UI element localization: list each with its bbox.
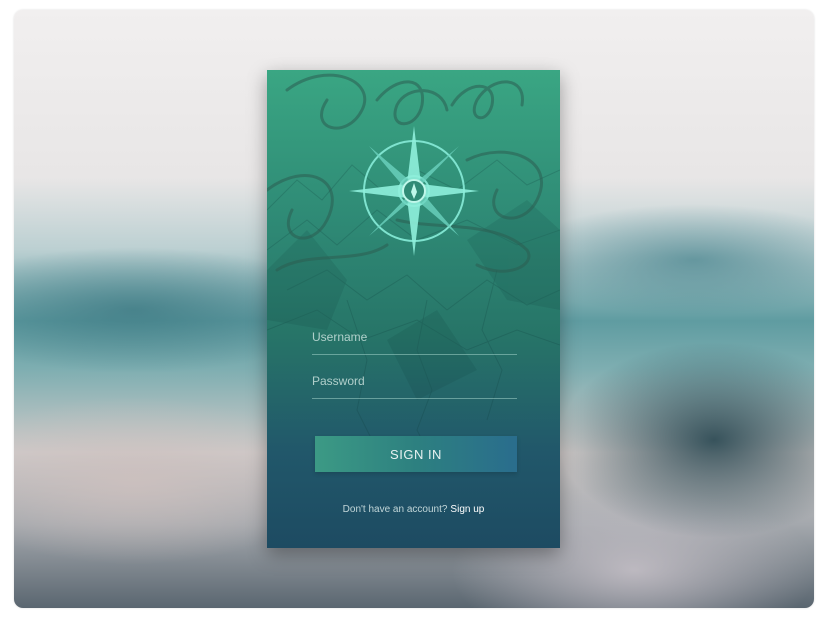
password-input[interactable] bbox=[312, 364, 517, 398]
signup-row: Don't have an account? Sign up bbox=[267, 504, 560, 515]
username-field[interactable] bbox=[312, 320, 517, 355]
compass-rose-icon bbox=[349, 126, 479, 256]
login-card: SIGN IN Don't have an account?Sign up bbox=[267, 70, 560, 548]
sign-in-button[interactable]: SIGN IN bbox=[315, 436, 517, 472]
sign-up-link[interactable]: Sign up bbox=[450, 504, 484, 515]
password-field[interactable] bbox=[312, 364, 517, 399]
username-input[interactable] bbox=[312, 320, 517, 354]
signup-prompt: Don't have an account? bbox=[342, 504, 448, 515]
